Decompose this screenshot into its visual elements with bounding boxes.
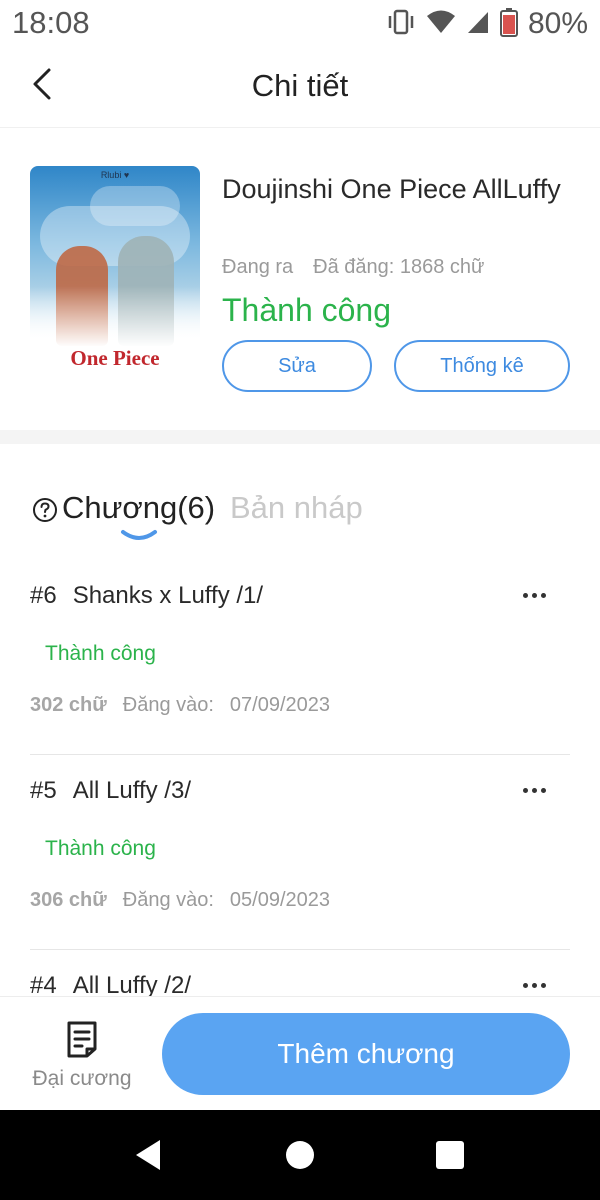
nav-back-icon[interactable] <box>134 1138 162 1177</box>
stats-button[interactable]: Thống kê <box>394 340 570 392</box>
tab-drafts[interactable]: Bản nháp <box>230 490 363 526</box>
chapter-status: Thành công <box>45 837 156 860</box>
book-word-count: Đã đăng: 1868 chữ <box>313 256 485 278</box>
tab-indicator <box>119 528 159 544</box>
vibrate-icon <box>386 9 416 40</box>
cover-title: One Piece <box>70 346 160 370</box>
book-meta: Đang ra Đã đăng: 1868 chữ <box>222 256 484 279</box>
page-title: Chi tiết <box>251 68 349 103</box>
chapter-item[interactable]: #6 Shanks x Luffy /1/ Thành công 302 chữ … <box>30 560 570 755</box>
chapter-name: All Luffy /3/ <box>72 777 191 804</box>
tabs: Chương(6) Bản nháp <box>0 484 600 554</box>
system-nav-bar <box>0 1110 600 1200</box>
chapter-meta: 302 chữ Đăng vào: 07/09/2023 <box>30 694 330 717</box>
chapter-name: Shanks x Luffy /1/ <box>72 582 264 609</box>
chapter-number: #5 <box>30 777 57 804</box>
cover-fade <box>30 286 200 388</box>
battery-percent: 80% <box>527 7 588 40</box>
section-divider <box>0 430 600 444</box>
outline-button[interactable]: Đại cương <box>22 1015 142 1095</box>
header: Chi tiết <box>0 50 600 128</box>
chapter-number: #6 <box>30 582 57 609</box>
chapter-word-count: 306 chữ <box>30 889 107 911</box>
add-chapter-button[interactable]: Thêm chương <box>162 1013 570 1095</box>
chapter-word-count: 302 chữ <box>30 694 107 716</box>
wifi-icon <box>426 9 456 40</box>
chapter-meta: 306 chữ Đăng vào: 05/09/2023 <box>30 889 330 912</box>
document-icon <box>62 1019 102 1059</box>
book-state: Đang ra <box>222 256 294 278</box>
nav-recents-icon[interactable] <box>436 1141 464 1169</box>
status-icons: 80% <box>386 6 588 42</box>
bottom-bar: Đại cương Thêm chương <box>0 996 600 1110</box>
chapter-date-label: Đăng vào: <box>122 694 214 716</box>
chapter-title: #5 All Luffy /3/ <box>30 777 191 805</box>
chapter-item[interactable]: #5 All Luffy /3/ Thành công 306 chữ Đăng … <box>30 755 570 950</box>
battery-icon <box>499 7 518 42</box>
book-status: Thành công <box>222 292 392 328</box>
chapter-date: 07/09/2023 <box>229 694 331 716</box>
more-icon[interactable] <box>516 580 552 610</box>
outline-label: Đại cương <box>32 1067 132 1090</box>
book-info: Rlubi ♥ One Piece Doujinshi One Piece Al… <box>0 128 600 428</box>
cover-cloud <box>90 186 180 226</box>
chapter-name: All Luffy /2/ <box>72 972 191 999</box>
status-time: 18:08 <box>12 5 90 40</box>
cover-tag: Rlubi ♥ <box>100 170 130 180</box>
tab-chapters[interactable]: Chương(6) <box>62 490 215 526</box>
edit-button[interactable]: Sửa <box>222 340 372 392</box>
chapter-date: 05/09/2023 <box>229 889 331 911</box>
chapter-title: #6 Shanks x Luffy /1/ <box>30 582 263 610</box>
book-cover[interactable]: Rlubi ♥ One Piece <box>30 166 200 388</box>
chapter-status: Thành công <box>45 642 156 665</box>
nav-home-icon[interactable] <box>286 1141 314 1169</box>
book-title: Doujinshi One Piece AllLuffy <box>222 174 561 204</box>
chapter-date-label: Đăng vào: <box>122 889 214 911</box>
status-bar: 18:08 80% <box>0 0 600 50</box>
more-icon[interactable] <box>516 775 552 805</box>
signal-icon <box>466 9 490 40</box>
question-circle-icon[interactable] <box>32 497 58 523</box>
chapter-number: #4 <box>30 972 57 999</box>
